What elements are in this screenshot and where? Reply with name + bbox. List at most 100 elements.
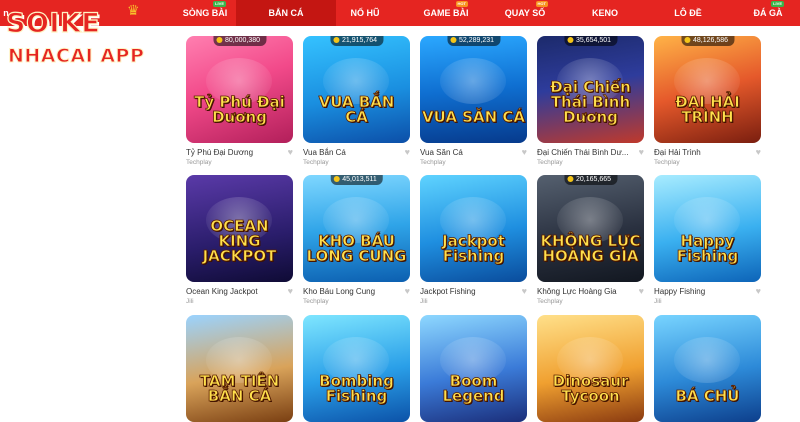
game-card[interactable]: KHO BÁU LONG CUNG 45,013,511 Kho Báu Long …	[303, 175, 410, 306]
game-thumbnail[interactable]: BÁ CHỦ	[654, 315, 761, 422]
game-thumbnail[interactable]: Happy Fishing	[654, 175, 761, 282]
game-artwork	[420, 175, 527, 282]
game-card[interactable]: Jackpot Fishing Jackpot Fishing ♥ Jili	[420, 175, 527, 306]
coin-icon	[449, 36, 456, 43]
hot-badge: HOT	[535, 1, 548, 7]
game-card[interactable]: BÁ CHỦ	[654, 315, 761, 422]
game-card[interactable]: Happy Fishing Happy Fishing ♥ Jili	[654, 175, 761, 306]
game-card[interactable]: VUA BẮN CÁ 21,915,764 Vua Bắn Cá ♥ Techplay	[303, 36, 410, 167]
game-card[interactable]: TAM TIÊN BẮN CÁ	[186, 315, 293, 422]
game-artwork	[420, 315, 527, 422]
game-title-row: Vua Bắn Cá ♥	[303, 147, 410, 158]
jackpot-badge: 21,915,764	[329, 36, 384, 46]
game-provider: Techplay	[654, 159, 680, 166]
game-logo-text: KHO BÁU LONG CUNG	[306, 232, 407, 265]
game-artwork	[654, 175, 761, 282]
jackpot-badge: 20,165,665	[563, 175, 618, 185]
game-card[interactable]: VUA SĂN CÁ 52,289,231 Vua Săn Cá ♥ Techplay	[420, 36, 527, 167]
game-thumbnail[interactable]: OCEAN KING JACKPOT	[186, 175, 293, 282]
game-card[interactable]: Boom Legend	[420, 315, 527, 422]
coin-icon	[566, 36, 573, 43]
game-title[interactable]: Kho Báu Long Cung	[303, 286, 398, 297]
nav-item-label: GAME BÀI	[423, 8, 469, 18]
game-thumbnail[interactable]: Dinosaur Tycoon	[537, 315, 644, 422]
game-title-row: Không Lực Hoàng Gia ♥	[537, 286, 644, 297]
brand-logo: SOIKE ♛ NHACAI APP	[5, 2, 156, 74]
favorite-heart-icon[interactable]: ♥	[756, 148, 761, 157]
game-thumbnail[interactable]: VUA SĂN CÁ 52,289,231	[420, 36, 527, 143]
game-card[interactable]: KHÔNG LỰC HOÀNG GIA 20,165,665 Không Lực H…	[537, 175, 644, 306]
coin-icon	[683, 36, 690, 43]
jackpot-value: 80,000,380	[224, 37, 261, 44]
game-card[interactable]: Dinosaur Tycoon	[537, 315, 644, 422]
game-title[interactable]: Vua Bắn Cá	[303, 147, 398, 158]
game-thumbnail[interactable]: KHÔNG LỰC HOÀNG GIA 20,165,665	[537, 175, 644, 282]
coin-icon	[332, 36, 339, 43]
coin-icon	[215, 36, 222, 43]
favorite-heart-icon[interactable]: ♥	[639, 287, 644, 296]
game-provider: Techplay	[420, 159, 446, 166]
favorite-heart-icon[interactable]: ♥	[522, 287, 527, 296]
game-card[interactable]: ĐẠI HẢI TRÌNH 48,126,586 Đại Hải Trình ♥ Tec…	[654, 36, 761, 167]
game-title-row: Vua Săn Cá ♥	[420, 147, 527, 158]
game-thumbnail[interactable]: Đại Chiến Thái Bình Dương 35,654,501	[537, 36, 644, 143]
jackpot-badge: 48,126,586	[680, 36, 735, 46]
favorite-heart-icon[interactable]: ♥	[639, 148, 644, 157]
game-logo-text: Happy Fishing	[676, 232, 739, 265]
nav-item-card-games[interactable]: GAME BÀI HOT	[416, 0, 476, 26]
game-title[interactable]: Ocean King Jackpot	[186, 286, 281, 297]
game-thumbnail[interactable]: ĐẠI HẢI TRÌNH 48,126,586	[654, 36, 761, 143]
game-thumbnail[interactable]: VUA BẮN CÁ 21,915,764	[303, 36, 410, 143]
game-provider: Jili	[420, 298, 428, 305]
game-title-row: Đại Chiến Thái Bình Dư... ♥	[537, 147, 644, 158]
jackpot-badge: 80,000,380	[212, 36, 267, 46]
game-thumbnail[interactable]: Boom Legend	[420, 315, 527, 422]
game-title[interactable]: Happy Fishing	[654, 286, 749, 297]
game-title[interactable]: Tỷ Phú Đại Dương	[186, 147, 281, 158]
jackpot-value: 48,126,586	[692, 37, 729, 44]
nav-item-slots[interactable]: NỔ HŨ	[336, 0, 394, 26]
nav-item-fishing[interactable]: BẮN CÁ	[236, 0, 336, 26]
favorite-heart-icon[interactable]: ♥	[405, 287, 410, 296]
game-thumbnail[interactable]: KHO BÁU LONG CUNG 45,013,511	[303, 175, 410, 282]
game-title[interactable]: Đại Chiến Thái Bình Dư...	[537, 147, 632, 158]
game-provider: Techplay	[537, 298, 563, 305]
game-card[interactable]: OCEAN KING JACKPOT Ocean King Jackpot ♥ Jil…	[186, 175, 293, 306]
live-badge: LIVE	[771, 1, 784, 7]
favorite-heart-icon[interactable]: ♥	[288, 287, 293, 296]
nav-item-casino[interactable]: SÒNG BÀI LIVE	[180, 0, 230, 26]
nav-item-cockfight[interactable]: ĐÁ GÀ LIVE	[748, 0, 788, 26]
game-provider: Jili	[654, 298, 662, 305]
game-provider: Techplay	[537, 159, 563, 166]
favorite-heart-icon[interactable]: ♥	[756, 287, 761, 296]
crown-icon: ♛	[127, 2, 140, 18]
game-title[interactable]: Jackpot Fishing	[420, 286, 515, 297]
jackpot-value: 35,654,501	[575, 37, 612, 44]
game-card[interactable]: Bombing Fishing	[303, 315, 410, 422]
game-thumbnail[interactable]: Tỷ Phú Đại Dương 80,000,380	[186, 36, 293, 143]
favorite-heart-icon[interactable]: ♥	[522, 148, 527, 157]
favorite-heart-icon[interactable]: ♥	[405, 148, 410, 157]
game-title[interactable]: Không Lực Hoàng Gia	[537, 286, 632, 297]
game-artwork	[420, 36, 527, 143]
nav-item-label: KENO	[591, 8, 618, 18]
game-title-row: Đại Hải Trình ♥	[654, 147, 761, 158]
game-artwork	[537, 315, 644, 422]
game-thumbnail[interactable]: Jackpot Fishing	[420, 175, 527, 282]
game-provider: Techplay	[303, 298, 329, 305]
game-title[interactable]: Vua Săn Cá	[420, 147, 515, 158]
game-card[interactable]: Đại Chiến Thái Bình Dương 35,654,501 Đại C…	[537, 36, 644, 167]
game-title[interactable]: Đại Hải Trình	[654, 147, 749, 158]
nav-item-lottery-draw[interactable]: QUAY SỐ HOT	[500, 0, 550, 26]
game-thumbnail[interactable]: TAM TIÊN BẮN CÁ	[186, 315, 293, 422]
game-card[interactable]: Tỷ Phú Đại Dương 80,000,380 Tỷ Phú Đại Dươ…	[186, 36, 293, 167]
game-logo-text: BÁ CHỦ	[675, 387, 740, 405]
nav-item-lotto[interactable]: LÔ ĐỀ	[668, 0, 708, 26]
game-artwork	[654, 315, 761, 422]
artwork-glow	[440, 58, 506, 104]
nav-item-keno[interactable]: KENO	[585, 0, 625, 26]
favorite-heart-icon[interactable]: ♥	[288, 148, 293, 157]
game-logo-text: VUA BẮN CÁ	[318, 93, 395, 126]
game-thumbnail[interactable]: Bombing Fishing	[303, 315, 410, 422]
nav-item-label: NỔ HŨ	[350, 8, 380, 18]
